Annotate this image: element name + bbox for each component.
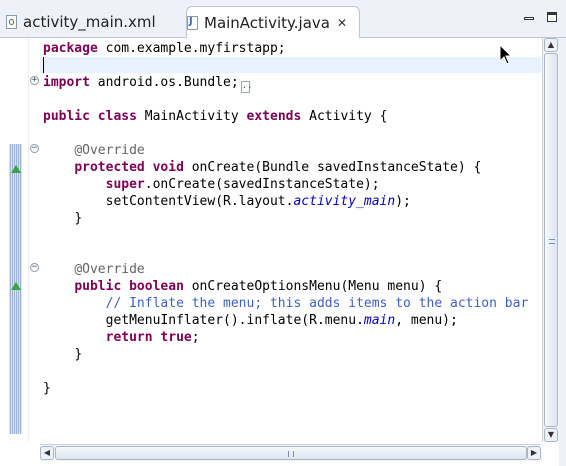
gutter-divider	[28, 38, 29, 442]
grip-icon	[549, 239, 555, 244]
code-line: }	[74, 347, 83, 362]
code-line: @Override	[74, 143, 145, 158]
close-tab-icon[interactable]: ✕	[337, 16, 347, 30]
code-line: public class MainActivity extends Activi…	[43, 109, 388, 124]
tab-main-activity-java[interactable]: MainActivity.java ✕	[186, 6, 360, 38]
code-line: // Inflate the menu; this adds items to …	[105, 296, 529, 311]
minimize-icon[interactable]	[524, 17, 534, 20]
horizontal-scroll-thumb[interactable]	[55, 446, 527, 460]
override-marker-icon[interactable]	[11, 165, 21, 173]
code-line: return true;	[105, 330, 200, 345]
code-line: import android.os.Bundle;..	[43, 75, 253, 93]
collapse-fold-icon[interactable]: −	[30, 263, 39, 272]
code-line: super.onCreate(savedInstanceState);	[105, 177, 380, 192]
scroll-up-icon[interactable]: ▲	[544, 38, 558, 52]
editor-tab-bar: activity_main.xml MainActivity.java ✕	[0, 0, 566, 38]
mouse-pointer-icon	[499, 44, 513, 65]
code-editor[interactable]: + − − package com.example.myfirstapp; im…	[0, 38, 566, 466]
code-line: protected void onCreate(Bundle savedInst…	[74, 160, 482, 175]
maximize-icon[interactable]	[547, 12, 557, 22]
current-line-highlight	[40, 57, 541, 73]
code-line: }	[74, 211, 83, 226]
xml-file-icon	[6, 14, 17, 29]
horizontal-scrollbar[interactable]: ◀ ▶	[40, 444, 541, 461]
code-line: getMenuInflater().inflate(R.menu.main, m…	[105, 313, 458, 328]
code-line: }	[43, 381, 51, 396]
scroll-left-icon[interactable]: ◀	[40, 446, 54, 460]
folded-imports-icon[interactable]: ..	[240, 81, 253, 93]
code-line: public boolean onCreateOptionsMenu(Menu …	[74, 279, 443, 294]
collapse-fold-icon[interactable]: −	[30, 144, 39, 153]
scroll-down-icon[interactable]: ▼	[544, 428, 558, 442]
tab-activity-main-xml[interactable]: activity_main.xml	[6, 6, 186, 37]
tab-label: activity_main.xml	[23, 12, 156, 31]
override-marker-icon[interactable]	[11, 282, 21, 290]
source-code[interactable]: package com.example.myfirstapp; import a…	[43, 38, 528, 396]
code-line: setContentView(R.layout.activity_main);	[105, 194, 411, 209]
code-line: package com.example.myfirstapp;	[43, 41, 286, 56]
grip-icon	[288, 451, 294, 457]
vertical-scrollbar[interactable]: ▲ ▼	[542, 38, 559, 442]
scroll-right-icon[interactable]: ▶	[527, 446, 541, 460]
java-file-icon	[187, 15, 198, 30]
code-line: @Override	[74, 262, 145, 277]
vertical-scroll-thumb[interactable]	[544, 53, 558, 427]
tab-label: MainActivity.java	[204, 13, 330, 32]
expand-fold-icon[interactable]: +	[30, 76, 39, 85]
overview-ruler[interactable]	[559, 38, 566, 466]
